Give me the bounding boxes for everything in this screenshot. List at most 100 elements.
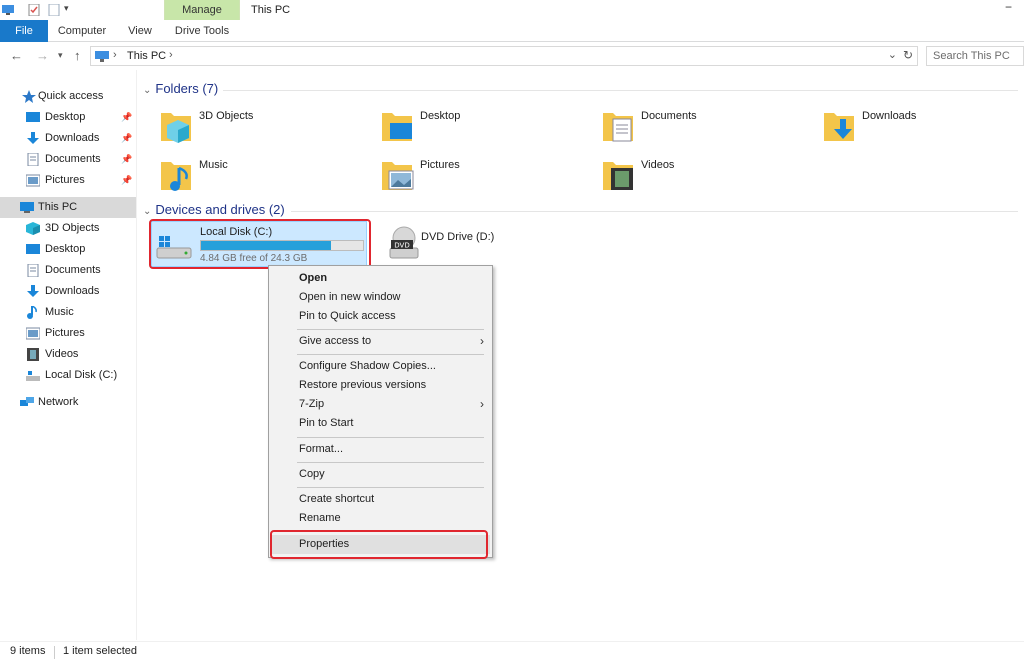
menu-item-give-access[interactable]: Give access to ›	[271, 332, 490, 351]
folder-pictures[interactable]: Pictures	[380, 156, 580, 200]
group-divider	[223, 90, 1018, 91]
pin-icon[interactable]: 📌	[121, 107, 132, 128]
computer-icon	[2, 5, 14, 15]
back-button[interactable]: ←	[10, 48, 23, 63]
up-button[interactable]: ↑	[74, 48, 81, 63]
sidebar-item-quick-access[interactable]: Quick access	[0, 86, 136, 107]
folder-desktop[interactable]: Desktop	[380, 107, 580, 151]
drive-icon	[26, 371, 40, 381]
breadcrumb-separator-icon[interactable]: ›	[113, 49, 117, 61]
breadcrumb-separator-icon[interactable]: ›	[169, 49, 173, 61]
status-bar: 9 items 1 item selected	[0, 641, 1024, 662]
menu-item-label: Rename	[299, 512, 341, 524]
recent-locations-button[interactable]: ▾	[58, 50, 63, 61]
search-input[interactable]: Search This PC	[926, 46, 1024, 66]
customize-qat-icon[interactable]: ▾	[64, 3, 69, 14]
sidebar-item-documents[interactable]: Documents 📌	[0, 149, 136, 170]
title-bar: ▾ This PC −	[0, 0, 1024, 20]
folders-group-header[interactable]: ⌄ Folders (7)	[143, 81, 218, 101]
dvd-badge: DVD	[394, 242, 409, 250]
address-bar: ← → ▾ ↑ › This PC › ⌄ ↻ Search This PC	[0, 43, 1024, 69]
menu-item-restore-versions[interactable]: Restore previous versions	[271, 376, 490, 395]
status-divider	[54, 646, 55, 659]
folder-documents[interactable]: Documents	[601, 107, 801, 151]
address-dropdown-icon[interactable]: ⌄	[888, 48, 897, 61]
menu-item-shadow-copies[interactable]: Configure Shadow Copies...	[271, 357, 490, 376]
forward-button[interactable]: →	[36, 48, 49, 63]
sidebar-item-downloads[interactable]: Downloads 📌	[0, 128, 136, 149]
menu-item-format[interactable]: Format...	[271, 440, 490, 459]
new-folder-icon[interactable]	[48, 4, 60, 16]
menu-item-copy[interactable]: Copy	[271, 465, 490, 484]
refresh-icon[interactable]: ↻	[903, 48, 913, 62]
menu-item-open[interactable]: Open	[271, 269, 490, 288]
sidebar-item-label: Desktop	[45, 243, 86, 255]
submenu-arrow-icon: ›	[480, 334, 484, 348]
sidebar-item-documents[interactable]: Documents	[0, 260, 136, 281]
menu-item-pin-start[interactable]: Pin to Start	[271, 414, 490, 433]
sidebar-item-label: Local Disk (C:)	[45, 369, 118, 381]
menu-item-pin-quick-access[interactable]: Pin to Quick access	[271, 307, 490, 326]
sidebar-item-label: Desktop	[45, 111, 86, 123]
menu-item-label: Restore previous versions	[299, 379, 427, 391]
music-folder-icon	[161, 162, 191, 191]
sidebar-item-label: Downloads	[45, 285, 100, 297]
sidebar-item-label: Videos	[45, 348, 79, 360]
pictures-icon	[26, 327, 40, 340]
sidebar-item-desktop[interactable]: Desktop 📌	[0, 107, 136, 128]
folder-music[interactable]: Music	[159, 156, 359, 200]
pictures-folder-icon	[382, 162, 414, 190]
pin-icon[interactable]: 📌	[121, 128, 132, 149]
properties-icon[interactable]	[28, 4, 40, 16]
sidebar-item-music[interactable]: Music	[0, 302, 136, 323]
folder-label: Downloads	[862, 110, 917, 122]
sidebar-item-pictures[interactable]: Pictures	[0, 323, 136, 344]
tab-computer[interactable]: Computer	[52, 20, 112, 42]
address-box[interactable]: › This PC › ⌄ ↻	[90, 46, 918, 66]
computer-icon	[20, 202, 34, 213]
sidebar-item-3d-objects[interactable]: 3D Objects	[0, 218, 136, 239]
sidebar-item-this-pc[interactable]: This PC	[0, 197, 136, 218]
folder-label: Documents	[641, 110, 697, 122]
drive-d-tile[interactable]: DVD DVD Drive (D:)	[389, 226, 529, 266]
pin-icon[interactable]: 📌	[121, 170, 132, 191]
menu-separator	[297, 462, 484, 463]
tab-view[interactable]: View	[118, 20, 162, 42]
menu-separator	[297, 437, 484, 438]
group-header-label: Devices and drives (2)	[155, 202, 285, 217]
menu-separator	[297, 487, 484, 488]
folder-videos[interactable]: Videos	[601, 156, 801, 200]
network-icon	[20, 397, 34, 406]
folder-3d-objects[interactable]: 3D Objects	[159, 107, 359, 151]
menu-item-rename[interactable]: Rename	[271, 509, 490, 528]
3d-objects-icon	[26, 222, 40, 235]
downloads-icon	[27, 285, 39, 297]
menu-item-label: Format...	[299, 443, 344, 455]
sidebar-item-downloads[interactable]: Downloads	[0, 281, 136, 302]
menu-item-7zip[interactable]: 7-Zip ›	[271, 395, 490, 414]
sidebar-item-network[interactable]: Network	[0, 392, 136, 413]
chevron-down-icon[interactable]: ⌄	[143, 206, 151, 217]
menu-item-label: Create shortcut	[299, 493, 375, 505]
menu-item-label: Open	[299, 272, 328, 284]
tab-drive-tools[interactable]: Drive Tools	[166, 20, 238, 42]
menu-item-create-shortcut[interactable]: Create shortcut	[271, 490, 490, 509]
videos-folder-icon	[603, 162, 633, 190]
window-title: This PC	[251, 4, 291, 16]
folder-downloads[interactable]: Downloads	[822, 107, 1022, 151]
minimize-button[interactable]: −	[1005, 0, 1012, 14]
sidebar-item-pictures[interactable]: Pictures 📌	[0, 170, 136, 191]
sidebar-item-videos[interactable]: Videos	[0, 344, 136, 365]
folder-label: 3D Objects	[199, 110, 254, 122]
videos-icon	[27, 348, 39, 361]
pin-icon[interactable]: 📌	[121, 149, 132, 170]
sidebar-item-label: Documents	[45, 153, 101, 165]
sidebar-item-desktop[interactable]: Desktop	[0, 239, 136, 260]
music-icon	[27, 306, 37, 319]
sidebar-item-local-disk[interactable]: Local Disk (C:)	[0, 365, 136, 386]
menu-item-open-new-window[interactable]: Open in new window	[271, 288, 490, 307]
chevron-down-icon[interactable]: ⌄	[143, 85, 151, 96]
tab-file[interactable]: File	[0, 20, 48, 42]
sidebar-item-label: Quick access	[38, 90, 104, 102]
breadcrumb-this-pc[interactable]: This PC	[127, 50, 166, 62]
